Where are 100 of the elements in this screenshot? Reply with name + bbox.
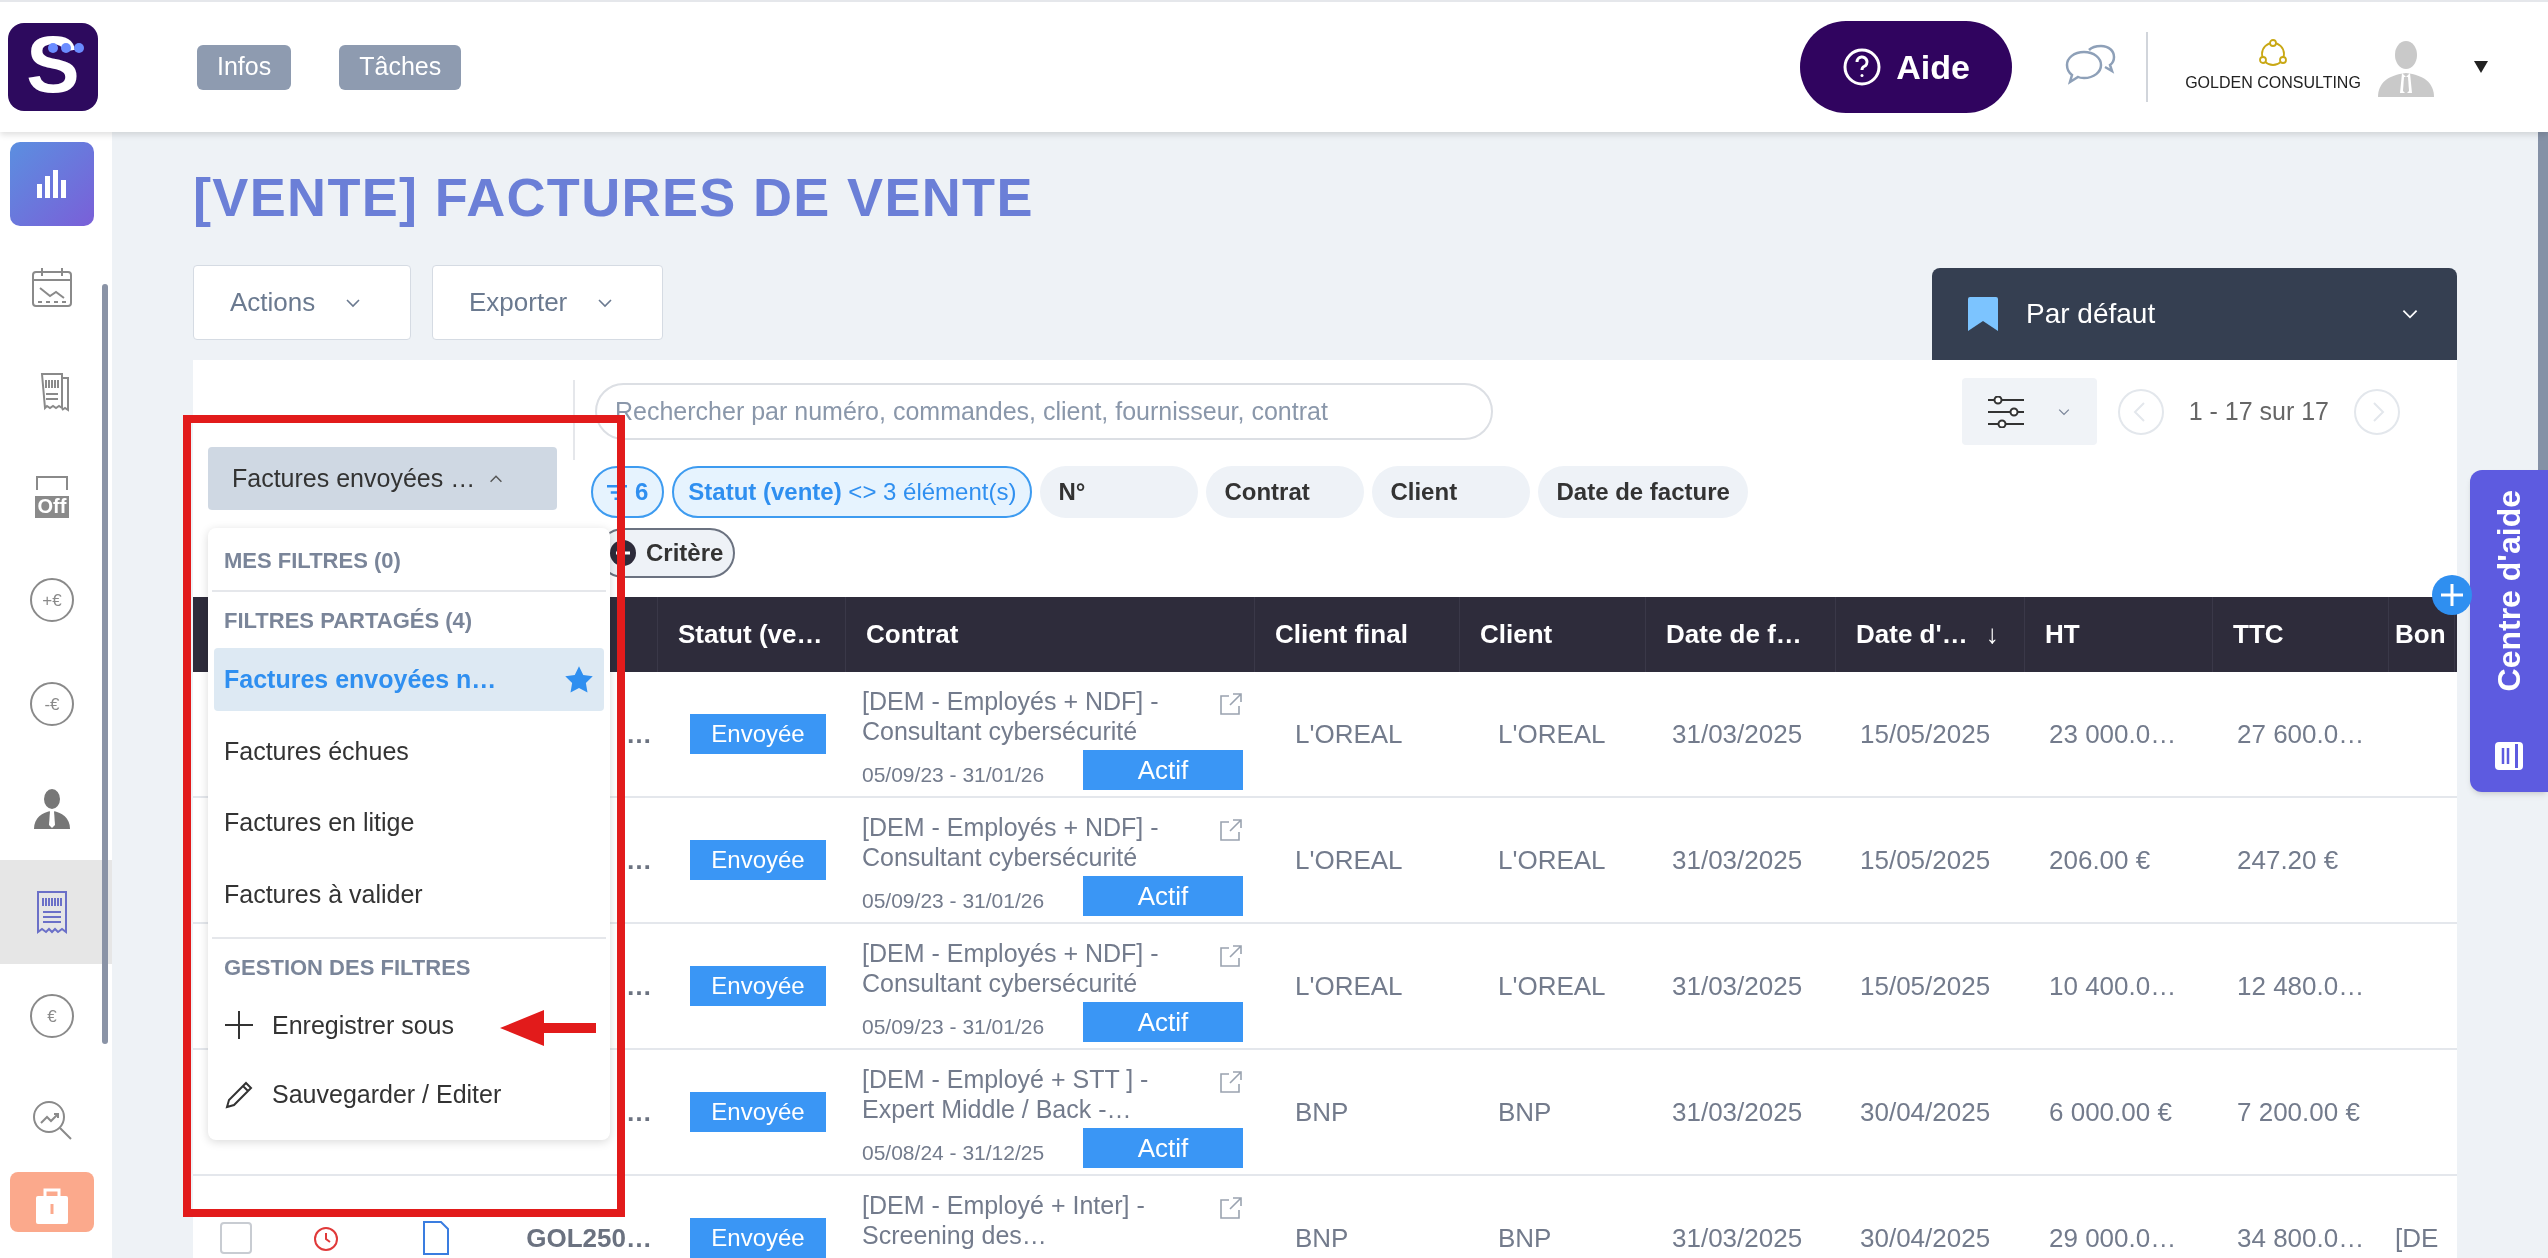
status-badge: Envoyée <box>690 966 826 1006</box>
invoice-number: GOL250… <box>526 1221 652 1255</box>
filter-menu-action[interactable]: Enregistrer sous <box>214 990 604 1061</box>
search-field[interactable]: Rechercher par numéro, commandes, client, fournisseur, contrat <box>595 383 1493 440</box>
filter-menu-item[interactable]: Factures échues <box>214 719 604 784</box>
client-cell-text: L'OREAL <box>1498 969 1606 1003</box>
plus-icon <box>224 1010 254 1041</box>
status-badge: Envoyée <box>690 1218 826 1258</box>
client-final-cell-text: BNP <box>1295 1095 1349 1129</box>
amount-cell-text: 34 800.0… <box>2237 1221 2365 1255</box>
contract-title: [DEM - Employés + NDF] - Consultant cybersécurité <box>862 812 1160 872</box>
external-link-icon[interactable] <box>1219 1196 1243 1220</box>
contract-title: [DEM - Employés + NDF] - Consultant cybersécurité <box>862 686 1160 746</box>
contract-status-badge: Actif <box>1083 1002 1243 1042</box>
contract-period: 05/09/23 - 31/01/26 <box>862 887 1045 914</box>
toolbar-button[interactable]: Exporter <box>432 265 663 340</box>
status-badge: Envoyée <box>690 840 826 880</box>
client-cell-text: BNP <box>1498 1221 1552 1255</box>
book-icon <box>2493 740 2525 772</box>
document-icon[interactable] <box>421 1220 450 1256</box>
scrollbar[interactable] <box>102 284 108 1044</box>
amount-cell-text: 27 600.0… <box>2237 717 2365 751</box>
invoice-number: … <box>626 843 652 877</box>
contract-status-badge: Actif <box>1083 750 1243 790</box>
external-link-icon[interactable] <box>1219 1070 1243 1094</box>
add-icon[interactable] <box>2432 575 2472 615</box>
filter-menu-item[interactable]: Factures en litige <box>214 791 604 855</box>
filter-chip[interactable]: Client <box>1372 466 1531 518</box>
column-header[interactable]: Contrat <box>846 597 1255 672</box>
invoice-number: … <box>626 1095 652 1129</box>
company-name: GOLDEN CONSULTING <box>2185 73 2361 93</box>
date-cell-text: 15/05/2025 <box>1860 843 1991 877</box>
date-cell-text: 30/04/2025 <box>1860 1095 1991 1129</box>
date-cell-text: 30/04/2025 <box>1860 1221 1991 1255</box>
date-cell-text: 31/03/2025 <box>1672 969 1803 1003</box>
amount-cell-text: 247.20 € <box>2237 843 2339 877</box>
menu-section-title: GESTION DES FILTRES <box>223 954 472 983</box>
contract-title: [DEM - Employés + NDF] - Consultant cybersécurité <box>862 938 1160 998</box>
amount-cell-text: 23 000.0… <box>2049 717 2177 751</box>
filter-chip[interactable]: Date de facture <box>1538 466 1748 518</box>
caret-icon[interactable] <box>2474 61 2488 73</box>
column-header[interactable]: Client <box>1460 597 1646 672</box>
filter-chip[interactable]: N° <box>1040 466 1199 518</box>
contract-status-badge: Actif <box>1083 876 1243 916</box>
client-final-cell-text: L'OREAL <box>1295 717 1403 751</box>
star-icon[interactable] <box>564 664 594 695</box>
column-header[interactable]: HT <box>2025 597 2213 672</box>
column-header[interactable]: Statut (ve… <box>658 597 846 672</box>
pencil-icon <box>224 1080 254 1111</box>
page-title: [VENTE] FACTURES DE VENTE <box>193 170 1035 229</box>
client-cell-text: L'OREAL <box>1498 717 1606 751</box>
filter-icon <box>607 484 627 500</box>
sidebar-item[interactable] <box>0 860 112 964</box>
client-cell-text: L'OREAL <box>1498 843 1606 877</box>
date-cell-text: 31/03/2025 <box>1672 843 1803 877</box>
contract-period: 05/08/24 - 31/12/25 <box>862 1139 1045 1166</box>
contract-title: [DEM - Employé + STT ] - Expert Middle / Back -… <box>862 1064 1150 1124</box>
pagination-text: 1 - 17 sur 17 <box>2188 395 2329 427</box>
status-badge: Envoyée <box>690 714 826 754</box>
search-chart-icon[interactable] <box>30 1098 74 1142</box>
column-settings-button[interactable] <box>1961 378 2097 445</box>
date-cell-text: 31/03/2025 <box>1672 1221 1803 1255</box>
client-cell-text: BNP <box>1498 1095 1552 1129</box>
dashboard-icon[interactable] <box>10 142 94 226</box>
view-selector[interactable]: Par défaut <box>1932 268 2457 360</box>
column-header[interactable]: Date d'… ↓ <box>1836 597 2025 672</box>
amount-cell-text: 29 000.0… <box>2049 1221 2177 1255</box>
date-cell-text: 15/05/2025 <box>1860 969 1991 1003</box>
calendar-icon[interactable] <box>30 266 74 310</box>
app-logo[interactable]: S <box>8 23 98 111</box>
external-link-icon[interactable] <box>1219 818 1243 842</box>
client-final-cell-text: BNP <box>1295 1221 1349 1255</box>
filter-select[interactable]: Factures envoyées … <box>208 447 557 510</box>
external-link-icon[interactable] <box>1219 692 1243 716</box>
help-button[interactable]: Aide <box>1800 21 2012 113</box>
sliders-icon <box>1986 395 2027 428</box>
sort-indicator[interactable]: ↓ <box>1985 615 1999 654</box>
column-header[interactable]: Date de f… <box>1646 597 1836 672</box>
scrollbar[interactable] <box>2538 132 2548 470</box>
client-final-cell-text: L'OREAL <box>1295 843 1403 877</box>
bookmark-icon <box>1968 297 1998 331</box>
row-checkbox[interactable] <box>219 1222 252 1254</box>
filter-menu-item[interactable]: Factures à valider <box>214 862 604 927</box>
date-cell-text: 31/03/2025 <box>1672 1095 1803 1129</box>
invoice-number: … <box>626 717 652 751</box>
invoice-number: … <box>626 969 652 1003</box>
filter-menu-action[interactable]: Sauvegarder / Editer <box>214 1060 604 1130</box>
amount-cell-text: 10 400.0… <box>2049 969 2177 1003</box>
amount-cell-text: 206.00 € <box>2049 843 2151 877</box>
filter-chip[interactable]: Contrat <box>1206 466 1365 518</box>
help-center-tab[interactable]: Centre d'aide <box>2470 470 2548 792</box>
column-header[interactable]: TTC <box>2213 597 2389 672</box>
contract-status-badge: Actif <box>1083 1128 1243 1168</box>
amount-cell-text: 12 480.0… <box>2237 969 2365 1003</box>
toolbar-button[interactable]: Actions <box>193 265 411 340</box>
briefcase-icon[interactable] <box>10 1172 94 1232</box>
external-link-icon[interactable] <box>1219 944 1243 968</box>
menu-section-title: MES FILTRES (0) <box>223 547 402 576</box>
column-header[interactable]: Client final <box>1255 597 1460 672</box>
company-logo-icon <box>2258 39 2288 69</box>
